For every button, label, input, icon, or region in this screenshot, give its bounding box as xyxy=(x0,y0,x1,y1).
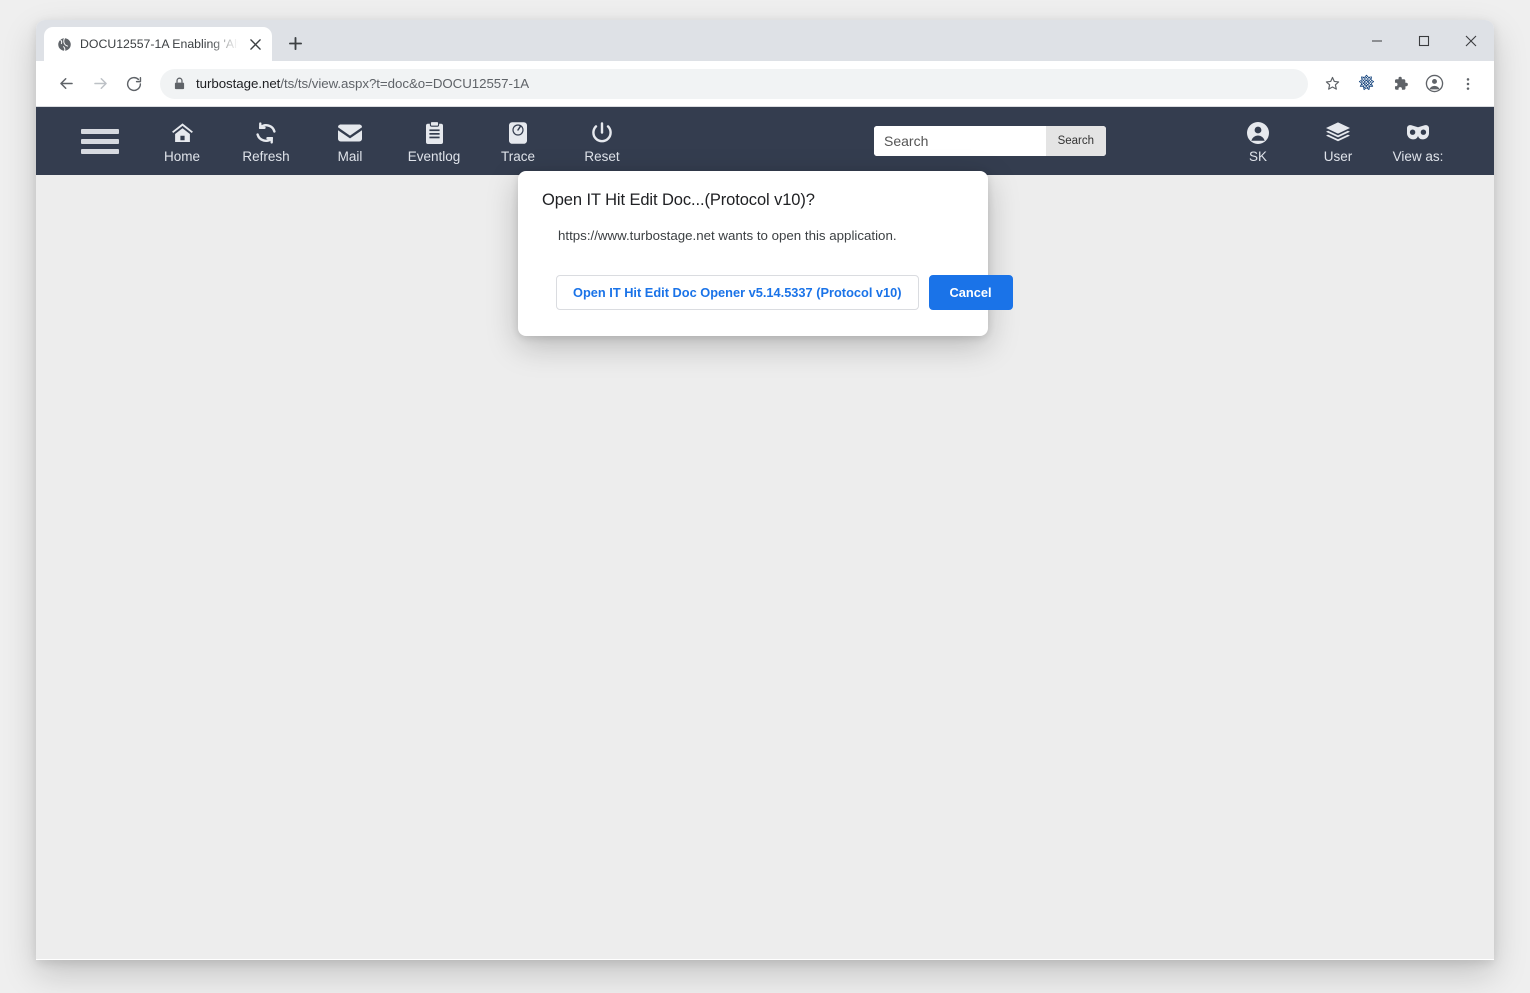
nav-item-reset[interactable]: Reset xyxy=(560,118,644,164)
nav-item-sk[interactable]: SK xyxy=(1218,118,1298,164)
open-application-button[interactable]: Open IT Hit Edit Doc Opener v5.14.5337 (… xyxy=(556,275,919,310)
app-navbar-right: Search SK xyxy=(874,118,1458,164)
close-icon[interactable] xyxy=(246,35,264,53)
address-bar-url: turbostage.net/ts/ts/view.aspx?t=doc&o=D… xyxy=(196,76,529,91)
app-nav-items: Home Refresh Mail Eventlog Trace Reset xyxy=(140,118,644,164)
dialog-actions: Open IT Hit Edit Doc Opener v5.14.5337 (… xyxy=(542,275,1013,310)
nav-label-view-as: View as: xyxy=(1392,149,1444,164)
bookmark-star-icon[interactable] xyxy=(1316,68,1348,100)
nav-item-home[interactable]: Home xyxy=(140,118,224,164)
globe-icon xyxy=(56,36,72,52)
app-navbar: Home Refresh Mail Eventlog Trace Reset S… xyxy=(36,107,1494,175)
nav-item-eventlog[interactable]: Eventlog xyxy=(392,118,476,164)
browser-tab[interactable]: DOCU12557-1A Enabling 'Always xyxy=(44,27,272,61)
clipboard-icon xyxy=(425,120,444,146)
nav-label-reset: Reset xyxy=(584,149,620,164)
search-box: Search xyxy=(874,126,1106,156)
arrow-right-icon[interactable] xyxy=(84,68,116,100)
tab-title: DOCU12557-1A Enabling 'Always xyxy=(80,37,238,51)
nav-item-trace[interactable]: Trace xyxy=(476,118,560,164)
minimize-icon[interactable] xyxy=(1353,20,1400,61)
nav-item-mail[interactable]: Mail xyxy=(308,118,392,164)
lock-icon xyxy=(174,77,186,90)
dialog-title: Open IT Hit Edit Doc...(Protocol v10)? xyxy=(542,191,815,209)
nav-item-refresh[interactable]: Refresh xyxy=(224,118,308,164)
url-path: /ts/ts/view.aspx?t=doc&o=DOCU12557-1A xyxy=(280,76,530,91)
profile-avatar-icon[interactable] xyxy=(1418,68,1450,100)
address-bar[interactable]: turbostage.net/ts/ts/view.aspx?t=doc&o=D… xyxy=(160,68,1308,99)
nav-label-mail: Mail xyxy=(337,149,363,164)
app-user-items: SK User View as: xyxy=(1218,118,1458,164)
gauge-icon xyxy=(507,120,529,146)
arrow-left-icon[interactable] xyxy=(50,68,82,100)
nav-item-view-as[interactable]: View as: xyxy=(1378,118,1458,164)
home-icon xyxy=(170,120,195,146)
window-close-icon[interactable] xyxy=(1447,20,1494,61)
nav-item-user[interactable]: User xyxy=(1298,118,1378,164)
nav-label-home: Home xyxy=(163,149,200,164)
page-content: Home Refresh Mail Eventlog Trace Reset S… xyxy=(36,107,1494,959)
open-application-dialog: Open IT Hit Edit Doc...(Protocol v10)? h… xyxy=(518,171,1013,336)
search-input[interactable] xyxy=(874,126,1046,156)
dialog-message: https://www.turbostage.net wants to open… xyxy=(558,228,897,243)
window-controls xyxy=(1353,20,1494,61)
power-icon xyxy=(590,120,614,146)
url-host: turbostage.net xyxy=(196,76,281,91)
browser-toolbar: turbostage.net/ts/ts/view.aspx?t=doc&o=D… xyxy=(36,61,1494,107)
hamburger-menu-icon[interactable] xyxy=(76,128,124,154)
nav-label-refresh: Refresh xyxy=(242,149,290,164)
nav-label-trace: Trace xyxy=(500,149,535,164)
more-menu-icon[interactable] xyxy=(1452,68,1484,100)
maximize-icon[interactable] xyxy=(1400,20,1447,61)
mask-icon xyxy=(1404,120,1432,146)
tab-strip: DOCU12557-1A Enabling 'Always xyxy=(36,20,1494,61)
extension-puzzle-blue-icon[interactable] xyxy=(1350,68,1382,100)
extensions-icon[interactable] xyxy=(1384,68,1416,100)
reload-icon[interactable] xyxy=(118,68,150,100)
browser-window: DOCU12557-1A Enabling 'Always xyxy=(36,20,1494,960)
mail-icon xyxy=(337,120,363,146)
search-button[interactable]: Search xyxy=(1045,126,1106,156)
refresh-icon xyxy=(254,120,278,146)
nav-label-eventlog: Eventlog xyxy=(407,149,461,164)
nav-label-user: User xyxy=(1323,149,1353,164)
cancel-button[interactable]: Cancel xyxy=(928,275,1013,310)
layers-icon xyxy=(1325,120,1351,146)
new-tab-button[interactable] xyxy=(278,26,312,60)
user-account-icon xyxy=(1246,120,1270,146)
nav-label-sk: SK xyxy=(1248,149,1267,164)
